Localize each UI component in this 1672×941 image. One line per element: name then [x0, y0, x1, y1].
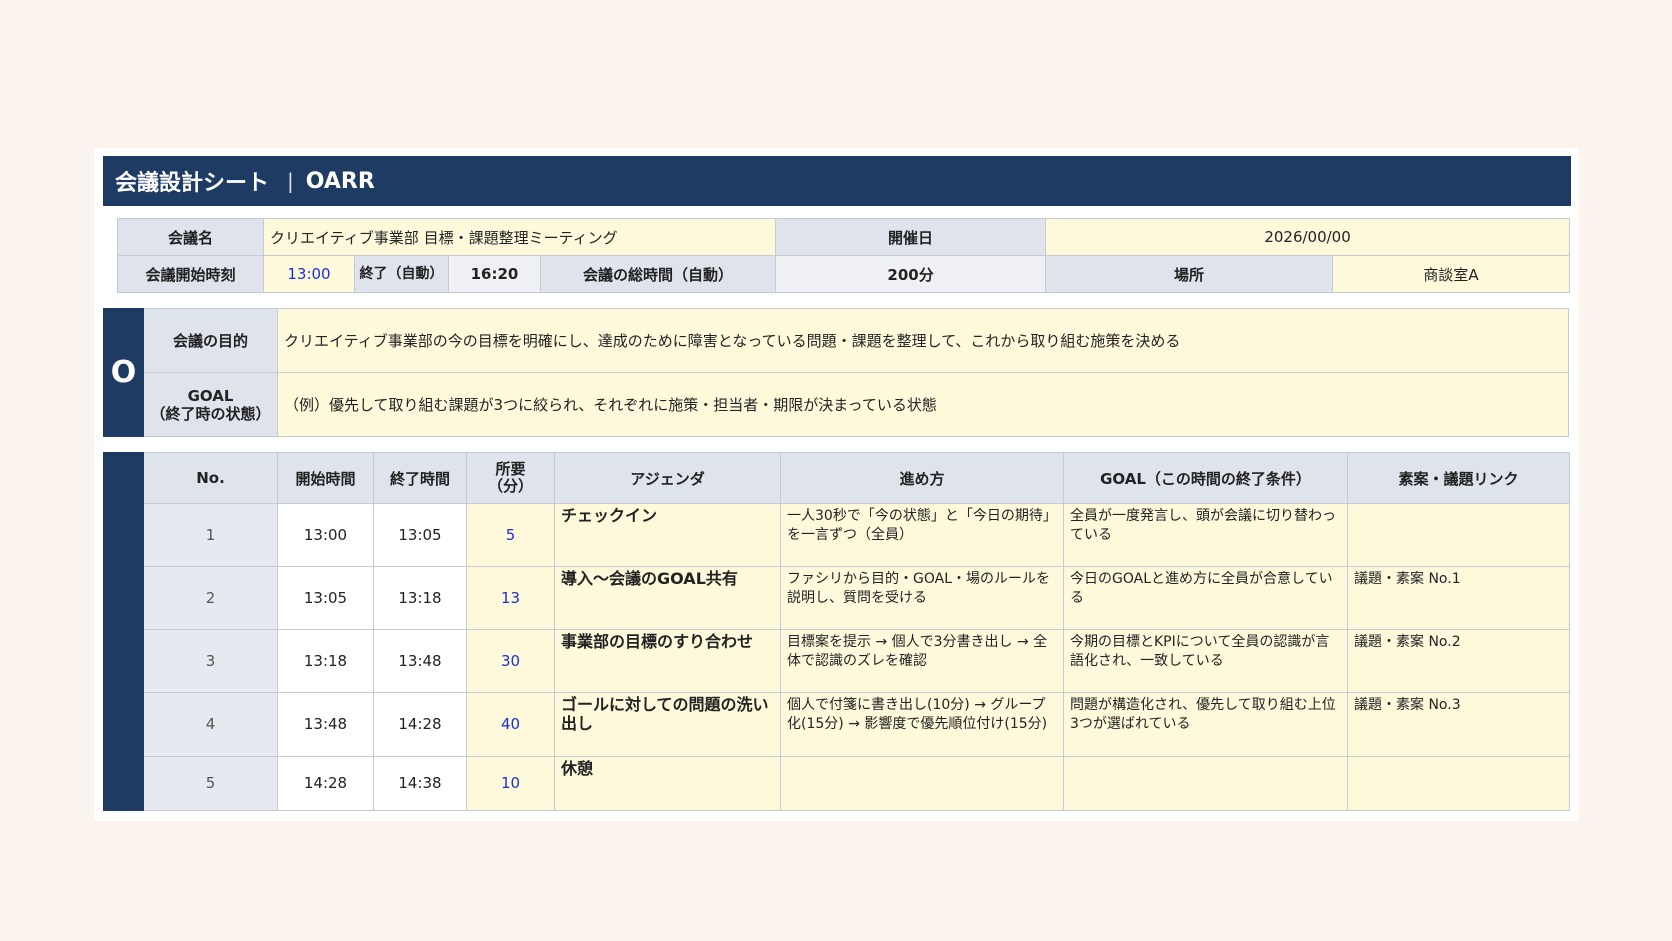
row-method[interactable]: 一人30秒で「今の状態」と「今日の期待」を一言ずつ（全員）: [780, 503, 1064, 567]
agenda-row: 4 13:48 14:28 40 ゴールに対しての問題の洗い出し 個人で付箋に書…: [104, 692, 1570, 757]
header-goal: GOAL（この時間の終了条件）: [1063, 452, 1348, 504]
row-duration[interactable]: 13: [466, 566, 555, 630]
row-agenda[interactable]: ゴールに対しての問題の洗い出し: [554, 692, 781, 757]
sheet-title: 会議設計シート: [115, 171, 270, 196]
row-no: 3: [143, 629, 278, 693]
row-method[interactable]: ファシリから目的・GOAL・場のルールを説明し、質問を受ける: [780, 566, 1064, 630]
start-time-value[interactable]: 13:00: [263, 255, 355, 293]
row-agenda[interactable]: チェックイン: [554, 503, 781, 567]
title-separator: |: [287, 169, 294, 193]
meeting-design-sheet: 会議設計シート | OARR 会議名 クリエイティブ事業部 目標・課題整理ミーテ…: [94, 148, 1579, 821]
row-goal[interactable]: 全員が一度発言し、頭が会議に切り替わっている: [1063, 503, 1348, 567]
header-link: 素案・議題リンク: [1347, 452, 1570, 504]
header-start: 開始時間: [277, 452, 374, 504]
agenda-row: 3 13:18 13:48 30 事業部の目標のすり合わせ 目標案を提示 → 個…: [104, 629, 1570, 693]
row-goal[interactable]: 今日のGOALと進め方に全員が合意している: [1063, 566, 1348, 630]
row-no: 1: [143, 503, 278, 567]
row-end: 14:28: [373, 692, 467, 757]
agenda-row: 1 13:00 13:05 5 チェックイン 一人30秒で「今の状態」と「今日の…: [104, 503, 1570, 567]
row-link[interactable]: 議題・素案 No.2: [1347, 629, 1570, 693]
row-no: 4: [143, 692, 278, 757]
row-start: 13:48: [277, 692, 374, 757]
row-start: 14:28: [277, 756, 374, 811]
row-end: 14:38: [373, 756, 467, 811]
header-duration: 所要（分）: [466, 452, 555, 504]
objective-letter: O: [103, 308, 144, 437]
row-goal[interactable]: 今期の目標とKPIについて全員の認識が言語化され、一致している: [1063, 629, 1348, 693]
row-method[interactable]: 目標案を提示 → 個人で3分書き出し → 全体で認識のズレを確認: [780, 629, 1064, 693]
row-goal[interactable]: 問題が構造化され、優先して取り組む上位3つが選ばれている: [1063, 692, 1348, 757]
row-link[interactable]: 議題・素案 No.1: [1347, 566, 1570, 630]
row-agenda[interactable]: 導入〜会議のGOAL共有: [554, 566, 781, 630]
agenda-side-bar: [103, 452, 144, 811]
row-link[interactable]: 議題・素案 No.3: [1347, 692, 1570, 757]
row-no: 5: [143, 756, 278, 811]
row-agenda[interactable]: 事業部の目標のすり合わせ: [554, 629, 781, 693]
end-time-value: 16:20: [448, 255, 541, 293]
row-end: 13:05: [373, 503, 467, 567]
objective-table: O 会議の目的 クリエイティブ事業部の今の目標を明確にし、達成のために障害となっ…: [103, 308, 1569, 437]
sheet-title-suffix: OARR: [305, 168, 375, 194]
row-method[interactable]: 個人で付箋に書き出し(10分) → グループ化(15分) → 影響度で優先順位付…: [780, 692, 1064, 757]
row-duration[interactable]: 10: [466, 756, 555, 811]
row-start: 13:18: [277, 629, 374, 693]
row-end: 13:48: [373, 629, 467, 693]
end-time-label: 終了（自動）: [354, 255, 449, 293]
meeting-info-table: 会議名 クリエイティブ事業部 目標・課題整理ミーティング 開催日 2026/00…: [117, 218, 1571, 293]
start-time-label: 会議開始時刻: [117, 255, 264, 293]
row-agenda[interactable]: 休憩: [554, 756, 781, 811]
agenda-row: 5 14:28 14:38 10 休憩: [104, 756, 1570, 811]
goal-label-main: GOAL: [187, 386, 234, 405]
purpose-label: 会議の目的: [143, 308, 278, 373]
row-link[interactable]: [1347, 756, 1570, 811]
purpose-value[interactable]: クリエイティブ事業部の今の目標を明確にし、達成のために障害となっている問題・課題…: [277, 308, 1569, 373]
row-end: 13:18: [373, 566, 467, 630]
total-time-value: 200分: [775, 255, 1047, 293]
date-value[interactable]: 2026/00/00: [1045, 218, 1571, 256]
date-label: 開催日: [775, 218, 1047, 256]
row-duration[interactable]: 30: [466, 629, 555, 693]
row-duration[interactable]: 40: [466, 692, 555, 757]
goal-value[interactable]: （例）優先して取り組む課題が3つに絞られ、それぞれに施策・担当者・期限が決まって…: [277, 372, 1569, 437]
row-duration[interactable]: 5: [466, 503, 555, 567]
agenda-row: 2 13:05 13:18 13 導入〜会議のGOAL共有 ファシリから目的・G…: [104, 566, 1570, 630]
sheet-title-bar: 会議設計シート | OARR: [103, 156, 1571, 206]
header-agenda: アジェンダ: [554, 452, 781, 504]
agenda-table: No. 開始時間 終了時間 所要（分） アジェンダ 進め方 GOAL（この時間の…: [103, 452, 1570, 811]
header-method: 進め方: [780, 452, 1064, 504]
place-value[interactable]: 商談室A: [1332, 255, 1571, 293]
goal-label: GOAL （終了時の状態）: [143, 372, 278, 437]
row-start: 13:05: [277, 566, 374, 630]
row-method[interactable]: [780, 756, 1064, 811]
header-no: No.: [143, 452, 278, 504]
row-no: 2: [143, 566, 278, 630]
header-end: 終了時間: [373, 452, 467, 504]
total-time-label: 会議の総時間（自動）: [539, 255, 777, 293]
row-start: 13:00: [277, 503, 374, 567]
row-goal[interactable]: [1063, 756, 1348, 811]
place-label: 場所: [1045, 255, 1334, 293]
meeting-name-value[interactable]: クリエイティブ事業部 目標・課題整理ミーティング: [262, 218, 777, 256]
row-link[interactable]: [1347, 503, 1570, 567]
meeting-name-label: 会議名: [117, 218, 264, 256]
goal-label-sub: （終了時の状態）: [150, 404, 271, 423]
